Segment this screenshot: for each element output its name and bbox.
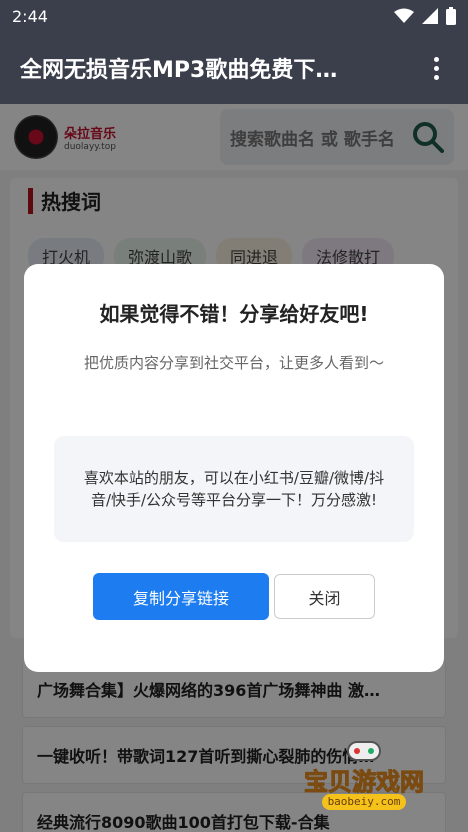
app-bar: 全网无损音乐MP3歌曲免费下… (0, 32, 468, 104)
copy-share-link-button[interactable]: 复制分享链接 (93, 573, 269, 620)
status-icons (394, 7, 456, 25)
status-time: 2:44 (12, 6, 48, 26)
dialog-title: 如果觉得不错！分享给好友吧! (99, 302, 369, 326)
watermark-logo: 宝贝游戏网 baobeiy.com (294, 738, 434, 818)
share-dialog: 如果觉得不错！分享给好友吧! 把优质内容分享到社交平台，让更多人看到～ 喜欢本站… (24, 264, 444, 672)
wifi-icon (394, 8, 414, 23)
battery-icon (446, 7, 456, 25)
close-button[interactable]: 关闭 (274, 574, 375, 619)
app-title: 全网无损音乐MP3歌曲免费下… (20, 58, 338, 83)
signal-icon (422, 8, 438, 24)
watermark-text: 宝贝游戏网 (304, 768, 425, 797)
status-bar: 2:44 (0, 0, 468, 32)
dialog-subtitle: 把优质内容分享到社交平台，让更多人看到～ (83, 354, 384, 372)
more-options-icon[interactable] (424, 56, 448, 80)
watermark-url: baobeiy.com (322, 794, 406, 810)
dialog-note: 喜欢本站的朋友，可以在小红书/豆瓣/微博/抖音/快手/公众号等平台分享一下！万分… (54, 436, 414, 542)
gamepad-icon (347, 741, 381, 761)
